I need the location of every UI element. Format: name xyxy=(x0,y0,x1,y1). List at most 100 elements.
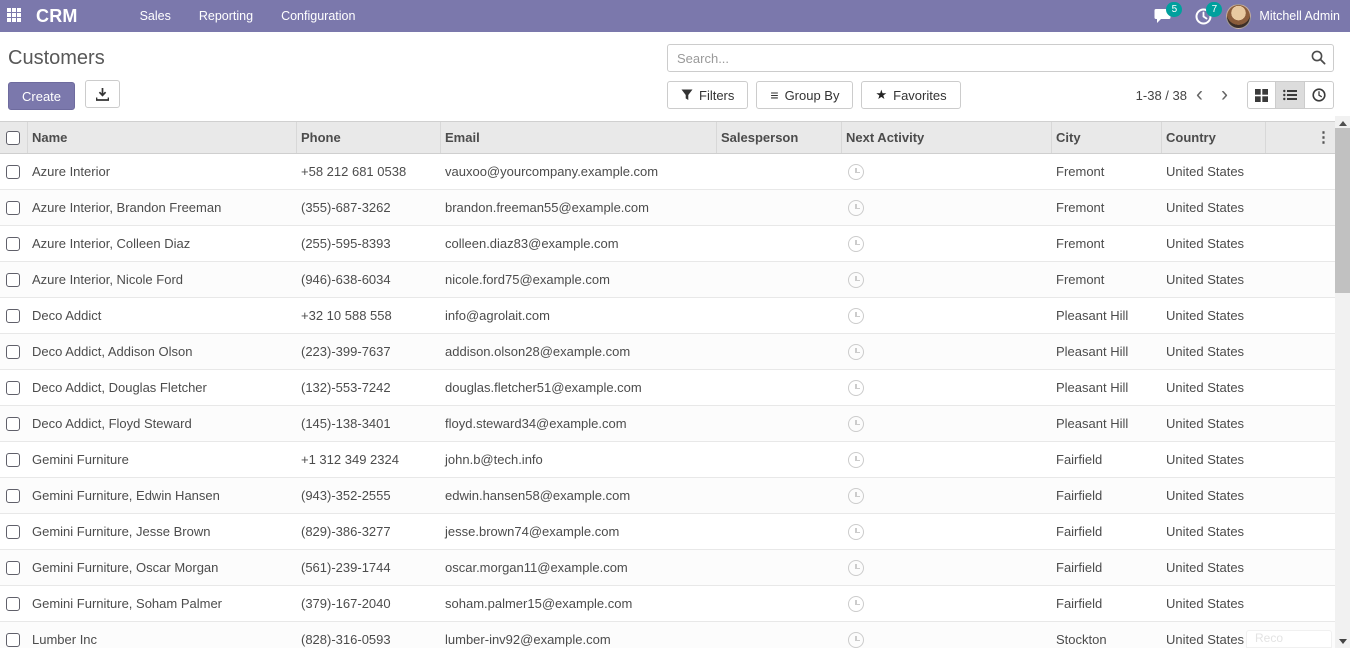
column-header-city[interactable]: City xyxy=(1052,122,1162,153)
table-row[interactable]: Azure Interior, Colleen Diaz (255)-595-8… xyxy=(0,226,1335,262)
table-row[interactable]: Deco Addict, Floyd Steward (145)-138-340… xyxy=(0,406,1335,442)
column-header-email[interactable]: Email xyxy=(441,122,717,153)
schedule-activity-clock-icon[interactable] xyxy=(848,308,864,324)
cell-name[interactable]: Gemini Furniture xyxy=(28,442,297,477)
cell-country[interactable]: United States xyxy=(1162,262,1266,297)
cell-salesperson[interactable] xyxy=(717,442,842,477)
search-icon[interactable] xyxy=(1311,50,1326,65)
cell-phone[interactable]: (561)-239-1744 xyxy=(297,550,441,585)
pager-next-button[interactable]: › xyxy=(1212,85,1237,105)
cell-name[interactable]: Lumber Inc xyxy=(28,622,297,648)
export-button[interactable] xyxy=(85,80,120,108)
table-row[interactable]: Gemini Furniture, Oscar Morgan (561)-239… xyxy=(0,550,1335,586)
cell-city[interactable]: Stockton xyxy=(1052,622,1162,648)
row-checkbox[interactable] xyxy=(6,237,20,251)
cell-next-activity[interactable] xyxy=(842,442,1052,477)
cell-salesperson[interactable] xyxy=(717,622,842,648)
cell-phone[interactable]: +1 312 349 2324 xyxy=(297,442,441,477)
activities-button[interactable]: 7 xyxy=(1186,0,1220,32)
cell-next-activity[interactable] xyxy=(842,478,1052,513)
cell-phone[interactable]: (355)-687-3262 xyxy=(297,190,441,225)
cell-next-activity[interactable] xyxy=(842,262,1052,297)
row-checkbox[interactable] xyxy=(6,309,20,323)
table-row[interactable]: Azure Interior, Nicole Ford (946)-638-60… xyxy=(0,262,1335,298)
cell-salesperson[interactable] xyxy=(717,514,842,549)
cell-salesperson[interactable] xyxy=(717,406,842,441)
cell-country[interactable]: United States xyxy=(1162,586,1266,621)
app-brand[interactable]: CRM xyxy=(36,6,78,27)
row-checkbox[interactable] xyxy=(6,561,20,575)
column-header-name[interactable]: Name xyxy=(28,122,297,153)
row-checkbox[interactable] xyxy=(6,165,20,179)
cell-phone[interactable]: (379)-167-2040 xyxy=(297,586,441,621)
cell-city[interactable]: Pleasant Hill xyxy=(1052,298,1162,333)
cell-salesperson[interactable] xyxy=(717,586,842,621)
group-by-button[interactable]: ≡ Group By xyxy=(756,81,853,109)
cell-country[interactable]: United States xyxy=(1162,334,1266,369)
cell-email[interactable]: floyd.steward34@example.com xyxy=(441,406,717,441)
cell-email[interactable]: jesse.brown74@example.com xyxy=(441,514,717,549)
cell-city[interactable]: Pleasant Hill xyxy=(1052,334,1162,369)
schedule-activity-clock-icon[interactable] xyxy=(848,524,864,540)
table-row[interactable]: Gemini Furniture, Edwin Hansen (943)-352… xyxy=(0,478,1335,514)
schedule-activity-clock-icon[interactable] xyxy=(848,164,864,180)
cell-phone[interactable]: +32 10 588 558 xyxy=(297,298,441,333)
activity-view-button[interactable] xyxy=(1305,81,1334,109)
row-checkbox[interactable] xyxy=(6,381,20,395)
column-header-phone[interactable]: Phone xyxy=(297,122,441,153)
cell-name[interactable]: Gemini Furniture, Soham Palmer xyxy=(28,586,297,621)
create-button[interactable]: Create xyxy=(8,82,75,110)
cell-salesperson[interactable] xyxy=(717,370,842,405)
vertical-scrollbar[interactable] xyxy=(1335,116,1350,648)
table-row[interactable]: Gemini Furniture, Jesse Brown (829)-386-… xyxy=(0,514,1335,550)
cell-name[interactable]: Azure Interior, Colleen Diaz xyxy=(28,226,297,261)
cell-next-activity[interactable] xyxy=(842,190,1052,225)
filters-button[interactable]: Filters xyxy=(667,81,748,109)
cell-country[interactable]: United States xyxy=(1162,442,1266,477)
cell-name[interactable]: Azure Interior, Nicole Ford xyxy=(28,262,297,297)
schedule-activity-clock-icon[interactable] xyxy=(848,380,864,396)
cell-city[interactable]: Fremont xyxy=(1052,154,1162,189)
kanban-view-button[interactable] xyxy=(1247,81,1276,109)
cell-country[interactable]: United States xyxy=(1162,154,1266,189)
select-all-checkbox[interactable] xyxy=(6,131,20,145)
row-checkbox[interactable] xyxy=(6,417,20,431)
table-row[interactable]: Lumber Inc (828)-316-0593 lumber-inv92@e… xyxy=(0,622,1335,648)
cell-city[interactable]: Fremont xyxy=(1052,226,1162,261)
cell-salesperson[interactable] xyxy=(717,298,842,333)
schedule-activity-clock-icon[interactable] xyxy=(848,236,864,252)
cell-country[interactable]: United States xyxy=(1162,550,1266,585)
column-header-country[interactable]: Country xyxy=(1162,122,1266,153)
table-row[interactable]: Gemini Furniture +1 312 349 2324 john.b@… xyxy=(0,442,1335,478)
cell-city[interactable]: Pleasant Hill xyxy=(1052,370,1162,405)
favorites-button[interactable]: ★ Favorites xyxy=(861,81,960,109)
optional-columns-toggle[interactable]: ⋮ xyxy=(1266,122,1335,153)
cell-name[interactable]: Gemini Furniture, Oscar Morgan xyxy=(28,550,297,585)
cell-name[interactable]: Azure Interior xyxy=(28,154,297,189)
cell-city[interactable]: Fairfield xyxy=(1052,514,1162,549)
pager-previous-button[interactable]: ‹ xyxy=(1187,85,1212,105)
cell-salesperson[interactable] xyxy=(717,226,842,261)
cell-name[interactable]: Deco Addict xyxy=(28,298,297,333)
cell-email[interactable]: addison.olson28@example.com xyxy=(441,334,717,369)
cell-salesperson[interactable] xyxy=(717,154,842,189)
cell-city[interactable]: Fairfield xyxy=(1052,586,1162,621)
cell-city[interactable]: Pleasant Hill xyxy=(1052,406,1162,441)
cell-salesperson[interactable] xyxy=(717,550,842,585)
list-view-button[interactable] xyxy=(1276,81,1305,109)
cell-phone[interactable]: (255)-595-8393 xyxy=(297,226,441,261)
cell-name[interactable]: Gemini Furniture, Edwin Hansen xyxy=(28,478,297,513)
cell-email[interactable]: edwin.hansen58@example.com xyxy=(441,478,717,513)
cell-city[interactable]: Fremont xyxy=(1052,262,1162,297)
table-row[interactable]: Azure Interior +58 212 681 0538 vauxoo@y… xyxy=(0,154,1335,190)
cell-salesperson[interactable] xyxy=(717,478,842,513)
cell-next-activity[interactable] xyxy=(842,334,1052,369)
cell-next-activity[interactable] xyxy=(842,226,1052,261)
table-row[interactable]: Azure Interior, Brandon Freeman (355)-68… xyxy=(0,190,1335,226)
search-input[interactable] xyxy=(667,44,1334,72)
cell-name[interactable]: Azure Interior, Brandon Freeman xyxy=(28,190,297,225)
cell-email[interactable]: nicole.ford75@example.com xyxy=(441,262,717,297)
cell-email[interactable]: info@agrolait.com xyxy=(441,298,717,333)
user-avatar[interactable] xyxy=(1226,4,1251,29)
cell-name[interactable]: Deco Addict, Floyd Steward xyxy=(28,406,297,441)
